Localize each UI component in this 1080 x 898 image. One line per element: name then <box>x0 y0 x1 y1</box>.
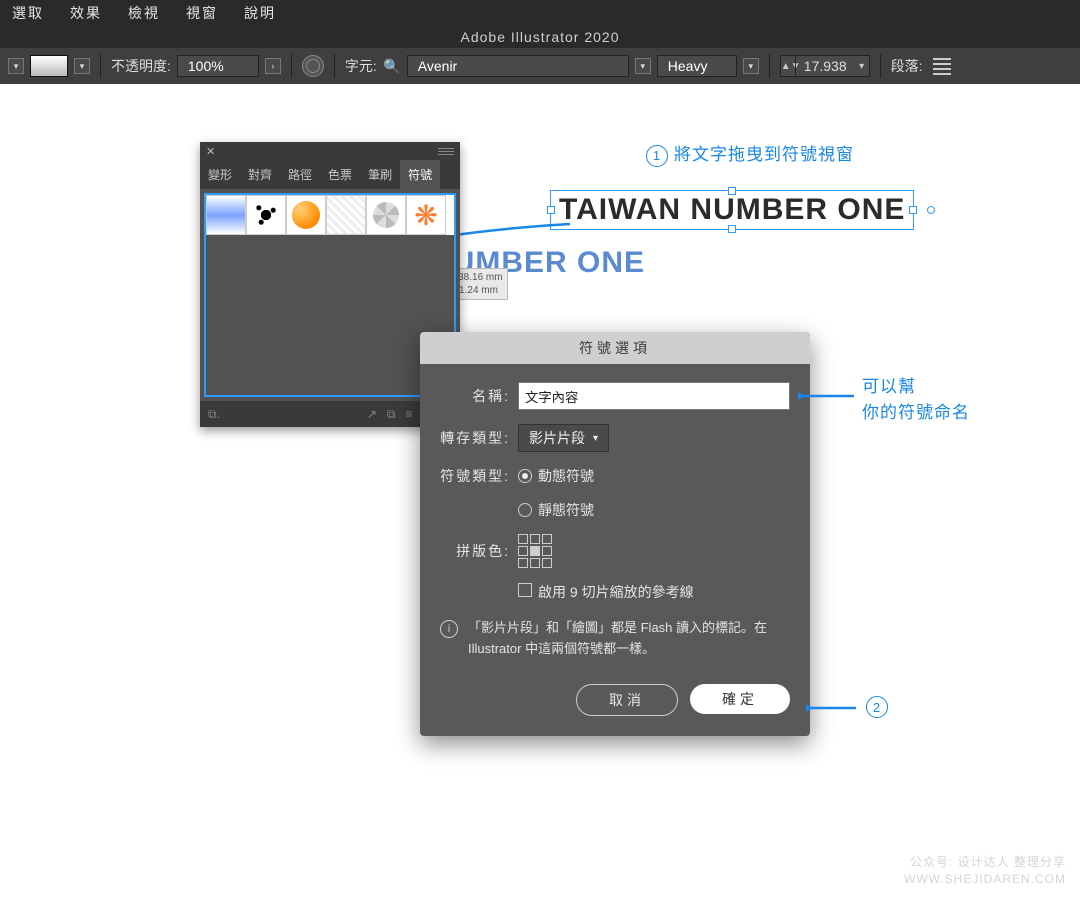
info-icon: i <box>440 620 458 638</box>
tab-symbols[interactable]: 符號 <box>400 160 440 189</box>
char-label: 字元: <box>345 56 377 76</box>
dialog-title: 符號選項 <box>420 332 810 364</box>
name-label: 名稱: <box>440 386 510 406</box>
menu-help[interactable]: 說明 <box>244 3 276 23</box>
menubar: 選取 效果 檢視 視窗 說明 <box>0 0 1080 26</box>
slice-scaling-checkbox[interactable]: 啟用 9 切片縮放的參考線 <box>518 582 694 602</box>
registration-grid[interactable] <box>518 534 552 568</box>
place-symbol-icon[interactable]: ↗ <box>367 407 377 422</box>
menu-effect[interactable]: 效果 <box>70 3 102 23</box>
menu-window[interactable]: 視窗 <box>186 3 218 23</box>
symbol-flower[interactable] <box>406 195 446 235</box>
swatch-dropdown[interactable]: ▾ <box>74 58 90 74</box>
annotation-name-hint: 可以幫 你的符號命名 <box>862 374 970 425</box>
step2-arrow-icon <box>806 698 860 718</box>
step2-badge: 2 <box>866 696 888 718</box>
step1-badge: 1 <box>646 145 668 167</box>
annotation-step2: 2 <box>866 696 894 718</box>
font-family-field[interactable]: Avenir <box>407 55 629 77</box>
paragraph-label: 段落: <box>891 56 923 76</box>
panel-tabs: 變形 對齊 路徑 色票 筆刷 符號 <box>200 160 460 189</box>
artboard-text: TAIWAN NUMBER ONE <box>559 193 905 226</box>
canvas-area[interactable]: 1將文字拖曳到符號視窗 TAIWAN NUMBER ONE NUMBER ONE… <box>0 84 1080 898</box>
radio-dynamic[interactable]: 動態符號 <box>518 466 594 486</box>
panel-header[interactable]: ✕ <box>200 142 460 160</box>
symbol-orb[interactable] <box>286 195 326 235</box>
symbol-hatch[interactable] <box>326 195 366 235</box>
symbol-options-dialog: 符號選項 名稱: 轉存類型: 影片片段▾ 符號類型: 動態符號 靜態符號 拼 <box>420 332 810 736</box>
close-icon[interactable]: ✕ <box>206 145 215 158</box>
radio-static[interactable]: 靜態符號 <box>518 500 594 520</box>
chevron-left-icon[interactable]: ▾ <box>8 58 24 74</box>
weight-dropdown[interactable]: ▾ <box>743 58 759 74</box>
symbol-options-icon[interactable]: ≡ <box>405 407 412 422</box>
font-dropdown[interactable]: ▾ <box>635 58 651 74</box>
cancel-button[interactable]: 取消 <box>576 684 678 716</box>
panel-menu-icon[interactable] <box>438 148 454 155</box>
search-icon: 🔍 <box>383 58 401 75</box>
symbol-inkblot[interactable] <box>246 195 286 235</box>
app-titlebar: Adobe Illustrator 2020 <box>0 26 1080 48</box>
symbol-gradient[interactable] <box>206 195 246 235</box>
annotation-step1: 1將文字拖曳到符號視窗 <box>646 140 854 167</box>
tab-transform[interactable]: 變形 <box>200 160 240 189</box>
opacity-popup[interactable]: › <box>265 58 281 74</box>
symbol-type-label: 符號類型: <box>440 466 510 486</box>
globe-icon[interactable] <box>302 55 324 77</box>
name-input[interactable] <box>518 382 790 410</box>
tab-align[interactable]: 對齊 <box>240 160 280 189</box>
control-bar: ▾ ▾ 不透明度: 100% › 字元: 🔍 Avenir ▾ Heavy ▾ … <box>0 48 1080 84</box>
registration-label: 拼版色: <box>440 541 510 561</box>
library-icon[interactable]: ⧉. <box>208 407 220 422</box>
tab-swatches[interactable]: 色票 <box>320 160 360 189</box>
ok-button[interactable]: 確定 <box>690 684 790 714</box>
tab-path[interactable]: 路徑 <box>280 160 320 189</box>
paragraph-align-icon[interactable] <box>933 58 951 75</box>
selected-text-object[interactable]: TAIWAN NUMBER ONE <box>550 190 914 230</box>
symbols-dropzone[interactable] <box>204 193 456 397</box>
opacity-value[interactable]: 100% <box>177 55 259 77</box>
export-type-select[interactable]: 影片片段▾ <box>518 424 609 452</box>
font-weight-field[interactable]: Heavy <box>657 55 737 77</box>
watermark: 公众号: 设计达人 整理分享 WWW.SHEJIDAREN.COM <box>904 854 1066 888</box>
tab-brushes[interactable]: 筆刷 <box>360 160 400 189</box>
symbol-gear[interactable] <box>366 195 406 235</box>
opacity-label: 不透明度: <box>111 56 171 76</box>
fill-swatch[interactable] <box>30 55 68 77</box>
font-size-stepper[interactable]: ▲▼ 17.938 ▾ <box>780 55 870 77</box>
info-note: i 「影片片段」和「繪圖」都是 Flash 讀入的標記。在 Illustrato… <box>440 618 790 660</box>
menu-select[interactable]: 選取 <box>12 3 44 23</box>
menu-view[interactable]: 檢視 <box>128 3 160 23</box>
break-link-icon[interactable]: ⧉ <box>387 407 396 422</box>
export-type-label: 轉存類型: <box>440 428 510 448</box>
